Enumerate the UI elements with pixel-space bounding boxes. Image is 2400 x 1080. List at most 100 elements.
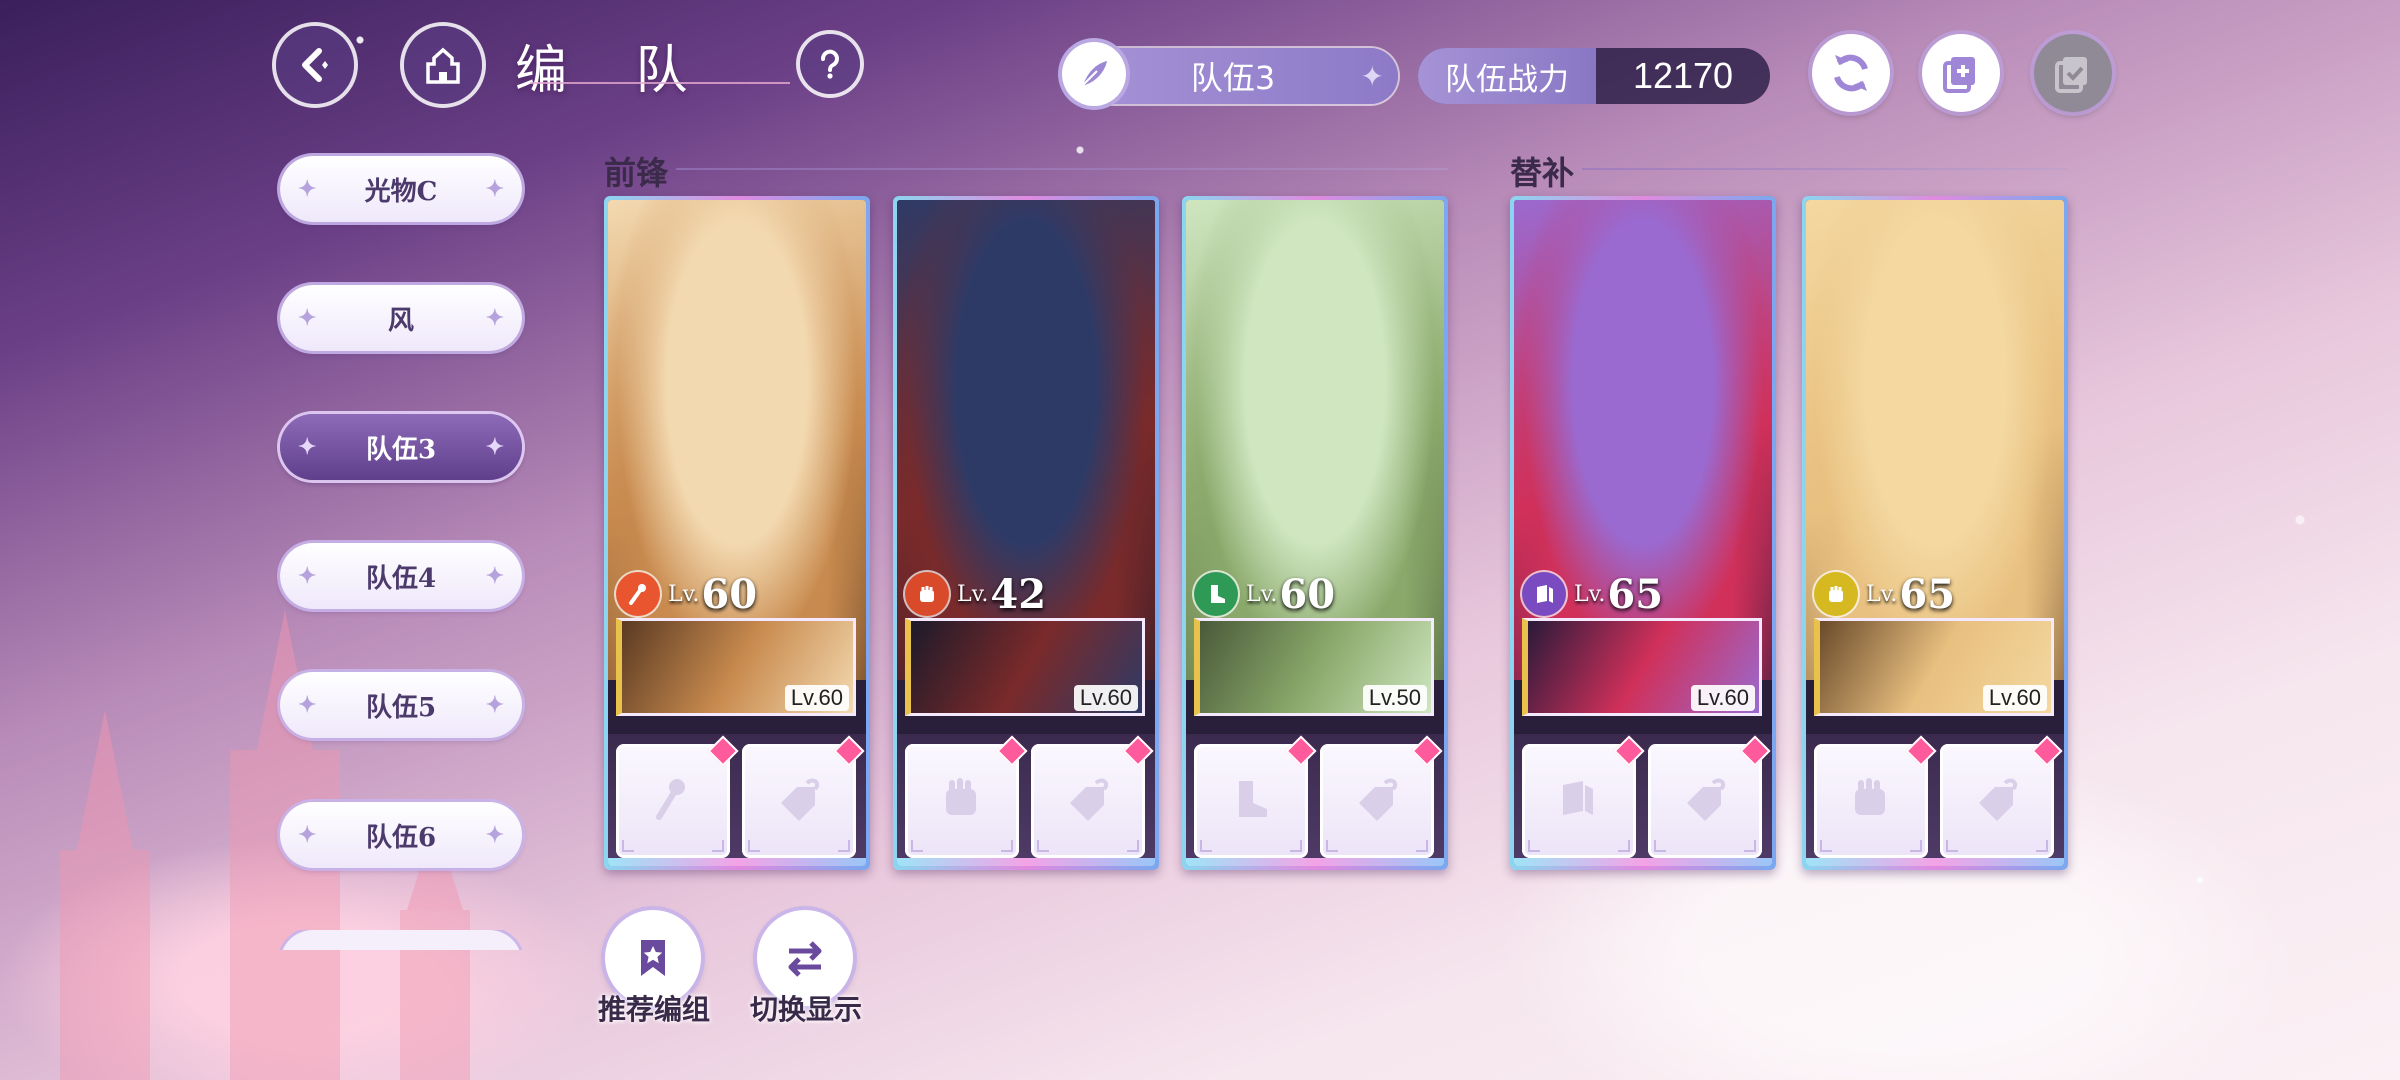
- level-value: 42: [990, 570, 1047, 618]
- corner-decoration: [1290, 840, 1302, 852]
- help-button[interactable]: [800, 34, 860, 94]
- gem-icon: [1411, 735, 1443, 767]
- character-level: Lv. 65: [1522, 568, 1663, 620]
- corner-decoration: [1910, 840, 1922, 852]
- back-arrow-icon: [302, 48, 328, 82]
- equipment-slot[interactable]: [1031, 735, 1154, 858]
- bench-section-label: 替补: [1510, 154, 1575, 192]
- support-level: Lv.60: [784, 685, 849, 711]
- feather-icon: [1080, 61, 1107, 88]
- team-tab-4[interactable]: ✦ 队伍4 ✦: [280, 543, 522, 609]
- front-section-divider: [676, 168, 1448, 170]
- character-card[interactable]: Lv. 65 Lv.60: [1510, 196, 1776, 870]
- corner-decoration: [1037, 840, 1049, 852]
- level-value: 65: [1607, 570, 1664, 618]
- fist-slot-icon: [1855, 778, 1885, 815]
- sparkle-icon: ✦: [298, 563, 317, 589]
- switch-display-button[interactable]: 切换显示: [750, 910, 863, 1028]
- sparkle-icon: ✦: [298, 176, 317, 202]
- support-card[interactable]: Lv.60: [905, 618, 1145, 716]
- character-card[interactable]: Lv. 42 Lv.60: [893, 196, 1159, 870]
- team-tab-label: 风: [387, 305, 414, 336]
- equipment-slot[interactable]: [1522, 735, 1645, 858]
- sparkle-icon: ✦: [485, 305, 504, 331]
- bench-section-divider: [1582, 168, 2068, 170]
- character-card[interactable]: Lv. 60 Lv.60: [604, 196, 870, 870]
- confirm-check-icon: [2055, 57, 2087, 93]
- front-section-label: 前锋: [604, 154, 669, 192]
- team-tab-6[interactable]: ✦ 队伍6 ✦: [280, 802, 522, 868]
- hook-slot-icon: [1687, 778, 1726, 821]
- team-tab-1[interactable]: ✦ 光物C ✦: [280, 156, 522, 222]
- character-level: Lv. 42: [905, 568, 1046, 620]
- gem-icon: [1739, 735, 1771, 767]
- gem-icon: [1905, 735, 1937, 767]
- equipment-slot[interactable]: [742, 735, 865, 858]
- card-border-bottom: [897, 858, 1155, 866]
- corner-decoration: [838, 840, 850, 852]
- rename-button[interactable]: [1062, 42, 1126, 106]
- wand-icon: [616, 572, 660, 616]
- team-name-field[interactable]: 队伍3 ✦: [1062, 42, 1398, 106]
- support-level: Lv.60: [1073, 685, 1138, 711]
- back-button[interactable]: [276, 26, 354, 104]
- level-prefix: Lv.: [957, 581, 989, 607]
- support-card[interactable]: Lv.60: [616, 618, 856, 716]
- sparkle-icon: ✦: [298, 822, 317, 848]
- team-tab-5[interactable]: ✦ 队伍5 ✦: [280, 672, 522, 738]
- sparkle-icon: ✦: [485, 563, 504, 589]
- corner-decoration: [748, 840, 760, 852]
- card-border-bottom: [608, 858, 866, 866]
- corner-decoration: [1416, 840, 1428, 852]
- refresh-button[interactable]: [1812, 34, 1890, 112]
- copy-add-icon: [1943, 57, 1975, 93]
- character-card[interactable]: Lv. 65 Lv.60: [1802, 196, 2068, 870]
- equipment-slots: [897, 734, 1155, 858]
- team-tab-label: 队伍5: [365, 692, 437, 723]
- gem-icon: [707, 735, 739, 767]
- support-card[interactable]: Lv.60: [1522, 618, 1762, 716]
- confirm-button[interactable]: [2034, 34, 2112, 112]
- sparkle-icon: ✦: [485, 176, 504, 202]
- team-tab-7-partial[interactable]: [270, 930, 540, 950]
- equipment-slot[interactable]: [1940, 735, 2063, 858]
- team-tab-3[interactable]: ✦ 队伍3 ✦: [280, 414, 522, 480]
- equipment-slot[interactable]: [1194, 735, 1317, 858]
- equipment-slot[interactable]: [1814, 735, 1937, 858]
- fist-icon: [905, 572, 949, 616]
- equipment-slot[interactable]: [1320, 735, 1443, 858]
- bookmark-star-icon: [641, 940, 665, 976]
- level-value: 60: [701, 570, 758, 618]
- support-card[interactable]: Lv.60: [1814, 618, 2054, 716]
- copy-team-button[interactable]: [1922, 34, 2000, 112]
- wand-slot-icon: [656, 779, 685, 820]
- team-tab-label: 队伍3: [365, 434, 437, 465]
- hook-slot-icon: [1979, 778, 2018, 821]
- equipment-slot[interactable]: [905, 735, 1028, 858]
- support-card[interactable]: Lv.50: [1194, 618, 1434, 716]
- corner-decoration: [1001, 840, 1013, 852]
- recommend-formation-button[interactable]: 推荐编组: [598, 910, 711, 1028]
- corner-decoration: [1127, 840, 1139, 852]
- sparkle-icon: ✦: [485, 434, 504, 460]
- book-icon: [1522, 572, 1566, 616]
- title-decoration: [530, 82, 790, 92]
- sparkle-icon: ✦: [1360, 59, 1384, 93]
- equipment-slot[interactable]: [1648, 735, 1771, 858]
- character-card[interactable]: Lv. 60 Lv.50: [1182, 196, 1448, 870]
- equipment-slot[interactable]: [616, 735, 739, 858]
- corner-decoration: [1820, 840, 1832, 852]
- home-button[interactable]: [404, 26, 482, 104]
- corner-decoration: [1200, 840, 1212, 852]
- team-tab-2[interactable]: ✦ 风 ✦: [280, 285, 522, 351]
- card-inner: Lv. 65 Lv.60: [1514, 200, 1772, 866]
- fist-slot-icon: [946, 778, 976, 815]
- team-name-text: 队伍3: [1190, 59, 1276, 97]
- gem-icon: [996, 735, 1028, 767]
- recommend-formation-label: 推荐编组: [598, 993, 711, 1026]
- team-tab-label: 光物C: [364, 176, 438, 207]
- boot-icon: [1194, 572, 1238, 616]
- refresh-icon: [1834, 54, 1868, 92]
- switch-display-label: 切换显示: [750, 993, 863, 1026]
- character-level: Lv. 60: [1194, 568, 1335, 620]
